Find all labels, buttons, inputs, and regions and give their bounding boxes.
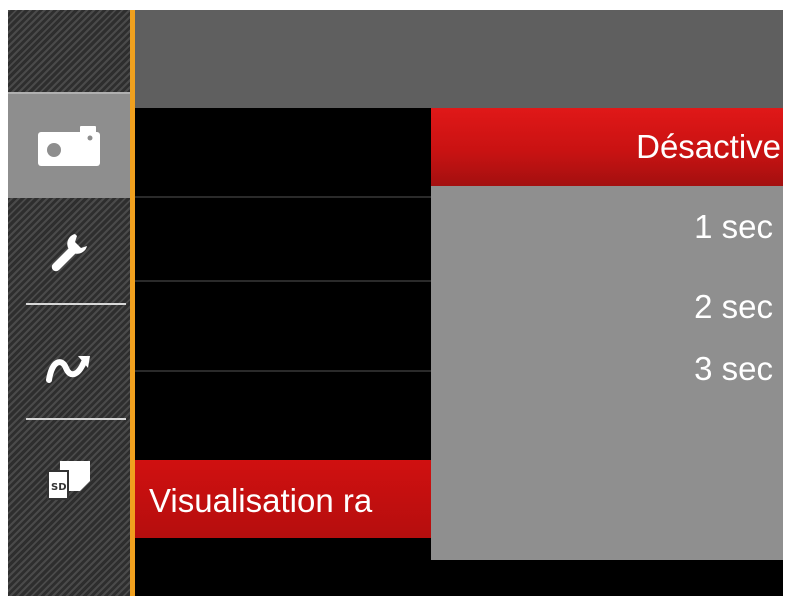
menu-row[interactable]	[135, 108, 435, 198]
menu-row-selected[interactable]: Visualisation ra	[135, 460, 435, 538]
header-bar	[135, 10, 783, 108]
sd-card-icon: SD	[46, 459, 92, 501]
menu-row[interactable]	[135, 282, 435, 372]
menu-row[interactable]	[135, 198, 435, 282]
option-item[interactable]: 2 sec	[694, 288, 773, 326]
sidebar-item-storage[interactable]: SD	[8, 428, 130, 532]
camera-icon	[36, 124, 102, 168]
option-item[interactable]: Désactive	[636, 128, 781, 166]
sidebar: SD	[8, 10, 130, 596]
camera-menu-screen: SD Visualisation ra Désactive 1 sec 2 se…	[8, 10, 783, 596]
sidebar-divider	[26, 418, 126, 420]
option-item[interactable]: 3 sec	[694, 350, 773, 388]
connection-icon	[44, 350, 94, 386]
sidebar-item-connection[interactable]	[8, 316, 130, 420]
svg-text:SD: SD	[51, 482, 67, 493]
menu-list: Visualisation ra	[135, 108, 435, 596]
wrench-icon	[47, 230, 91, 274]
menu-row[interactable]	[135, 372, 435, 462]
sidebar-item-settings[interactable]	[8, 202, 130, 302]
option-item[interactable]: 1 sec	[694, 208, 773, 246]
option-dropdown: Désactive 1 sec 2 sec 3 sec	[431, 108, 783, 560]
sidebar-divider	[26, 303, 126, 305]
sidebar-item-camera[interactable]	[8, 92, 130, 198]
menu-row-label: Visualisation ra	[149, 482, 373, 519]
